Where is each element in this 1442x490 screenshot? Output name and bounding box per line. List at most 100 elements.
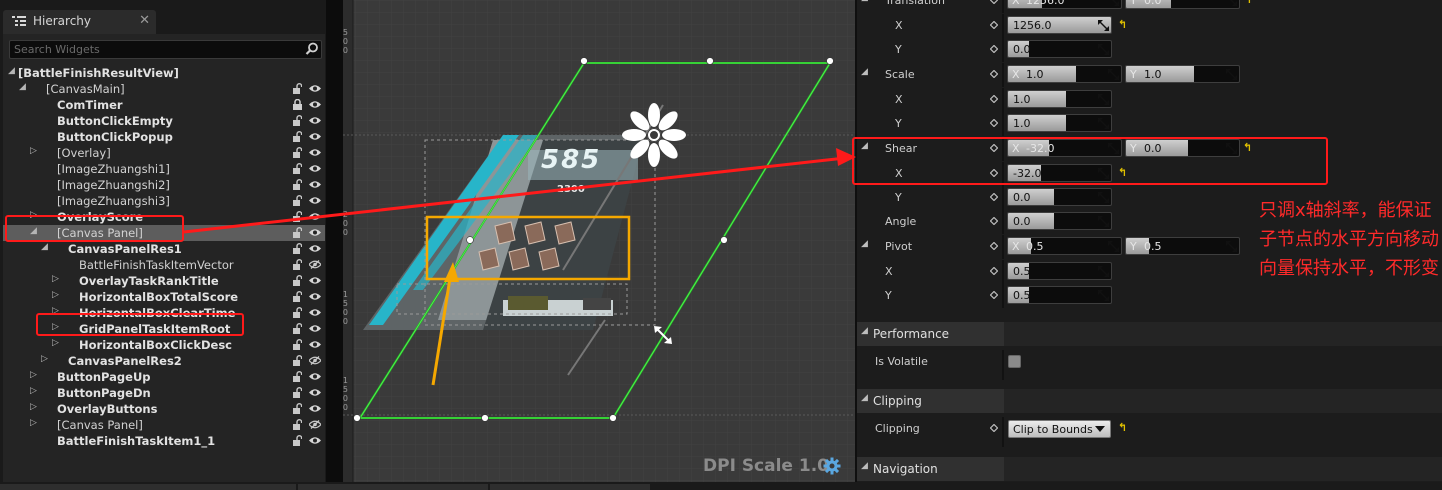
eye-icon[interactable]	[309, 404, 321, 413]
diamond-key-icon[interactable]	[990, 291, 998, 299]
diamond-key-icon[interactable]	[990, 95, 998, 103]
search-icon[interactable]	[305, 42, 319, 56]
diamond-key-icon[interactable]	[990, 119, 998, 127]
tree-row[interactable]: ◢ [CanvasMain]	[3, 81, 325, 97]
scale-x-field[interactable]: 1.0	[1007, 90, 1112, 108]
pivot-y-field[interactable]: 0.5	[1007, 286, 1112, 304]
diamond-key-icon[interactable]	[990, 217, 998, 225]
tree-row[interactable]: ▷ HorizontalBoxClickDesc	[3, 337, 325, 353]
unlock-icon[interactable]	[293, 291, 302, 302]
eye-icon[interactable]	[309, 292, 321, 301]
eye-icon[interactable]	[309, 148, 321, 157]
tree-row[interactable]: ▷ [Overlay]	[3, 145, 325, 161]
angle-field[interactable]: 0.0	[1007, 212, 1112, 230]
tree-row[interactable]: ▷ OverlayTaskRankTitle	[3, 273, 325, 289]
eye-icon[interactable]	[309, 340, 321, 349]
unlock-icon[interactable]	[293, 435, 302, 446]
unlock-icon[interactable]	[293, 147, 302, 158]
tree-row[interactable]: ▷ HorizontalBoxTotalScore	[3, 289, 325, 305]
translation-y-field[interactable]: Y 0.0	[1125, 0, 1240, 9]
expand-arrow-icon[interactable]: ▷	[30, 146, 40, 156]
tree-row[interactable]: ComTimer	[3, 97, 325, 113]
bottom-tab[interactable]	[0, 484, 296, 490]
section-performance[interactable]: ◢ Performance	[857, 322, 1442, 346]
tree-row[interactable]: ▷ ButtonPageDn	[3, 385, 325, 401]
expand-arrow-icon[interactable]: ◢	[41, 242, 51, 252]
pivot-x-field[interactable]: X 0.5	[1007, 237, 1122, 255]
expand-arrow-icon[interactable]: ▷	[30, 402, 40, 412]
tree-row[interactable]: ButtonClickPopup	[3, 129, 325, 145]
expand-arrow-icon[interactable]: ▷	[52, 274, 62, 284]
drag-handle-icon[interactable]	[1108, 143, 1119, 154]
eye-icon[interactable]	[309, 436, 321, 445]
tree-row[interactable]: ▷ [Canvas Panel]	[3, 417, 325, 433]
drag-handle-icon[interactable]	[1098, 44, 1109, 55]
expand-arrow-icon[interactable]: ▷	[52, 338, 62, 348]
reset-arrow-icon[interactable]: ↰	[1243, 0, 1252, 6]
expand-arrow-icon[interactable]: ▷	[30, 418, 40, 428]
expand-arrow-icon[interactable]: ▷	[52, 290, 62, 300]
lock-icon[interactable]	[293, 99, 302, 110]
unlock-icon[interactable]	[293, 83, 302, 94]
tree-row[interactable]: ▷ CanvasPanelRes2	[3, 353, 325, 369]
eye-icon[interactable]	[309, 164, 321, 173]
gear-icon[interactable]	[823, 457, 841, 475]
anchor-icon[interactable]	[622, 103, 686, 167]
drag-handle-icon[interactable]	[1226, 0, 1237, 6]
expand-arrow-icon[interactable]: ▷	[30, 386, 40, 396]
translation-x-field[interactable]: 1256.0	[1007, 16, 1112, 34]
close-tab-icon[interactable]: ✕	[139, 13, 150, 28]
tree-row[interactable]: [ImageZhuangshi2]	[3, 177, 325, 193]
unlock-icon[interactable]	[293, 275, 302, 286]
drag-handle-icon[interactable]	[1098, 290, 1109, 301]
diamond-key-icon[interactable]	[990, 0, 998, 4]
eye-icon[interactable]	[309, 228, 321, 237]
tree-row[interactable]: ◢ [BattleFinishResultView]	[3, 65, 325, 81]
unlock-icon[interactable]	[293, 403, 302, 414]
drag-handle-icon[interactable]	[1098, 118, 1109, 129]
eye-icon[interactable]	[309, 244, 321, 253]
expand-arrow-icon[interactable]: ◢	[19, 82, 29, 92]
drag-handle-icon[interactable]	[1226, 69, 1237, 80]
reset-arrow-icon[interactable]: ↰	[1118, 421, 1127, 434]
section-navigation[interactable]: ◢ Navigation	[857, 457, 1442, 481]
unlock-icon[interactable]	[293, 339, 302, 350]
unlock-icon[interactable]	[293, 211, 302, 222]
drag-handle-icon[interactable]	[1098, 20, 1109, 31]
search-widgets-input[interactable]	[14, 42, 294, 57]
drag-handle-icon[interactable]	[1108, 0, 1119, 6]
eye-icon[interactable]	[309, 196, 321, 205]
diamond-key-icon[interactable]	[990, 45, 998, 53]
scale-x-field[interactable]: X 1.0	[1007, 65, 1122, 83]
diamond-key-icon[interactable]	[990, 424, 998, 432]
expand-arrow-icon[interactable]: ◢	[8, 66, 18, 76]
section-clipping[interactable]: ◢ Clipping	[857, 389, 1442, 413]
bottom-tab[interactable]	[298, 484, 488, 490]
unlock-icon[interactable]	[293, 227, 302, 238]
eye-icon[interactable]	[309, 212, 321, 221]
expand-arrow-icon[interactable]: ▷	[30, 370, 40, 380]
drag-handle-icon[interactable]	[1098, 168, 1109, 179]
expand-arrow-icon[interactable]: ▷	[41, 354, 51, 364]
eye-icon[interactable]	[309, 116, 321, 125]
unlock-icon[interactable]	[293, 195, 302, 206]
diamond-key-icon[interactable]	[990, 21, 998, 29]
diamond-key-icon[interactable]	[990, 193, 998, 201]
unlock-icon[interactable]	[293, 243, 302, 254]
eye-icon[interactable]	[309, 180, 321, 189]
eye-hidden-icon[interactable]	[309, 420, 321, 429]
eye-icon[interactable]	[309, 132, 321, 141]
drag-handle-icon[interactable]	[1098, 192, 1109, 203]
pivot-x-field[interactable]: 0.5	[1007, 262, 1112, 280]
scale-y-field[interactable]: 1.0	[1007, 114, 1112, 132]
drag-handle-icon[interactable]	[1226, 143, 1237, 154]
unlock-icon[interactable]	[293, 259, 302, 270]
tree-row[interactable]: ▷ ButtonPageUp	[3, 369, 325, 385]
tree-row[interactable]: [ImageZhuangshi1]	[3, 161, 325, 177]
eye-icon[interactable]	[309, 100, 321, 109]
unlock-icon[interactable]	[293, 387, 302, 398]
translation-y-field[interactable]: 0.0	[1007, 40, 1112, 58]
eye-hidden-icon[interactable]	[309, 260, 321, 269]
pivot-y-field[interactable]: Y 0.5	[1125, 237, 1240, 255]
eye-icon[interactable]	[309, 324, 321, 333]
